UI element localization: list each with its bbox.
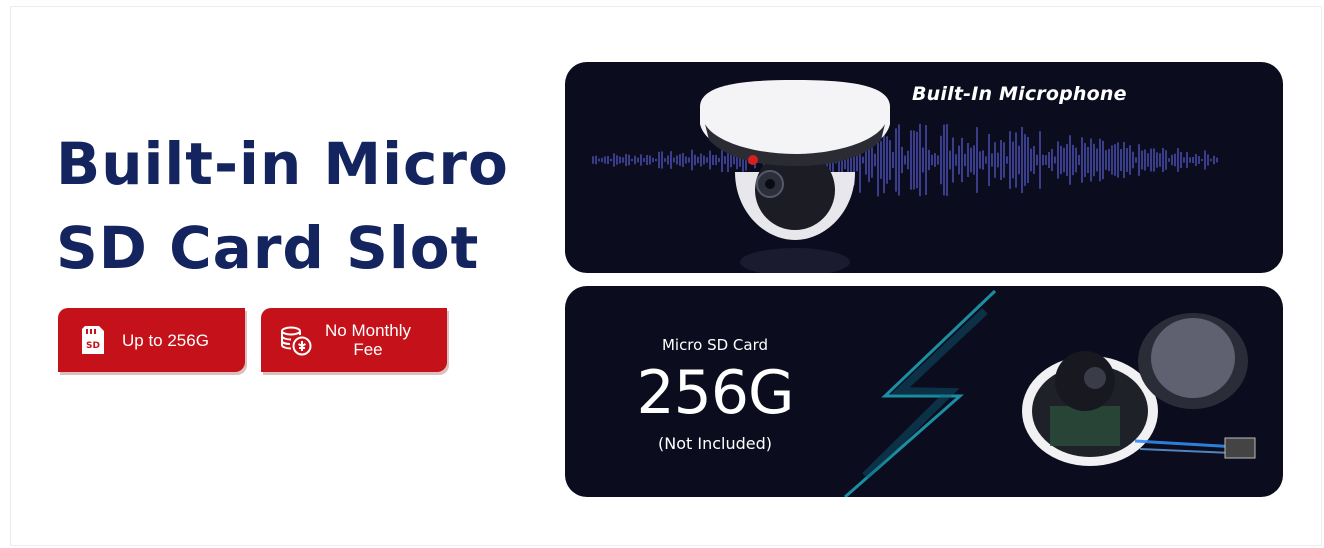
coins-icon [281, 326, 312, 356]
no-fee-badge-label: No Monthly Fee [325, 321, 411, 359]
storage-badge: SD Up to 256G [58, 308, 245, 372]
no-fee-badge: No Monthly Fee [261, 308, 447, 372]
no-fee-line-1: No Monthly [325, 321, 411, 340]
page-title: Built-in Micro SD Card Slot [56, 122, 509, 290]
microphone-panel: Built-In Microphone [565, 62, 1283, 273]
sd-card-note: (Not Included) [658, 434, 772, 453]
sd-card-caption: Micro SD Card [661, 336, 769, 354]
title-line-1: Built-in Micro [56, 130, 509, 198]
storage-badge-label: Up to 256G [122, 330, 209, 350]
sd-card-panel: Micro SD Card 256G (Not Included) [565, 286, 1283, 497]
dome-camera-image [700, 80, 890, 273]
no-fee-line-2: Fee [353, 340, 383, 359]
sound-wave [592, 123, 1218, 197]
lightning-bolt-icon [844, 289, 997, 497]
sd-card-capacity: 256G [636, 358, 794, 428]
sd-chip-text: SD [86, 341, 100, 351]
title-line-2: SD Card Slot [56, 214, 480, 282]
microphone-title: Built-In Microphone [912, 83, 1127, 105]
disassembled-camera-image [1022, 313, 1256, 466]
sd-card-icon: SD [82, 326, 104, 354]
